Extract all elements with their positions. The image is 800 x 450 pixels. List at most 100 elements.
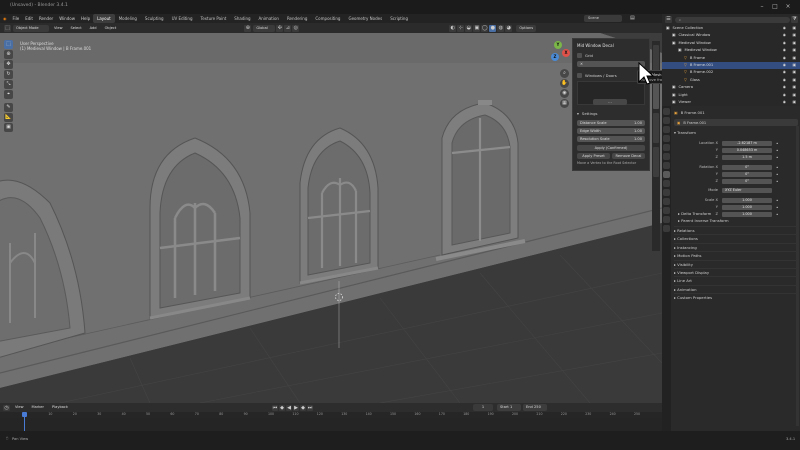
- property-section[interactable]: ▸ Visibility: [674, 259, 798, 268]
- properties-scrollbar[interactable]: [796, 126, 799, 426]
- sidebar-tab-view[interactable]: [653, 113, 659, 143]
- property-section[interactable]: ▸ Viewport Display: [674, 267, 798, 276]
- outliner-row[interactable]: ▽ Glass ◉ ▣: [662, 77, 800, 84]
- play-reverse-icon[interactable]: ◀: [286, 404, 292, 411]
- property-section[interactable]: ▸ Motion Paths: [674, 251, 798, 259]
- render-camera-icon[interactable]: ▣: [793, 55, 796, 62]
- visibility-eye-icon[interactable]: ◉: [783, 84, 786, 91]
- tab-texture-paint[interactable]: Texture Paint: [196, 14, 230, 23]
- sidebar-tab-addon[interactable]: [653, 147, 659, 177]
- scale-x-field[interactable]: 1.000: [722, 197, 772, 203]
- resolution-scale-field[interactable]: Resolution Scale 1.00: [577, 136, 645, 142]
- menu-window[interactable]: Window: [56, 14, 78, 23]
- visibility-eye-icon[interactable]: ◉: [783, 69, 786, 76]
- object-props-icon[interactable]: [663, 171, 670, 178]
- solid-shading-icon[interactable]: ●: [489, 24, 497, 32]
- tab-shading[interactable]: Shading: [230, 14, 254, 23]
- timeline-menu-view[interactable]: View: [12, 404, 27, 411]
- property-section[interactable]: ▸ Custom Properties: [674, 293, 798, 301]
- render-camera-icon[interactable]: ▣: [793, 47, 796, 54]
- outliner-row[interactable]: ▣ Scene Collection ◉ ▣: [662, 25, 800, 32]
- keyframe-dot-icon[interactable]: •: [776, 198, 778, 203]
- outliner-row[interactable]: ▣ Camera ◉ ▣: [662, 84, 800, 91]
- rotate-tool-icon[interactable]: ↻: [4, 70, 13, 79]
- visibility-eye-icon[interactable]: ◉: [783, 92, 786, 99]
- visibility-eye-icon[interactable]: ◉: [783, 77, 786, 84]
- playhead[interactable]: [22, 412, 27, 431]
- tab-animation[interactable]: Animation: [255, 14, 283, 23]
- menu-render[interactable]: Render: [36, 14, 56, 23]
- menu-select[interactable]: Select: [68, 25, 85, 32]
- filter-icon[interactable]: ⧩: [791, 16, 798, 23]
- apply-preset-button[interactable]: Apply Preset: [577, 153, 610, 159]
- outliner-row[interactable]: ▣ Classical Window ◉ ▣: [662, 32, 800, 39]
- location-z-field[interactable]: 1.5 m: [722, 154, 772, 160]
- wireframe-shading-icon[interactable]: ◯: [481, 24, 489, 32]
- mode-dropdown[interactable]: Object Mode: [13, 24, 49, 32]
- keyframe-dot-icon[interactable]: •: [776, 165, 778, 170]
- location-x-field[interactable]: -2.62187 m: [722, 140, 772, 146]
- output-props-icon[interactable]: [663, 126, 670, 133]
- pivot-icon[interactable]: ✣: [276, 24, 284, 32]
- menu-edit[interactable]: Edit: [22, 14, 36, 23]
- keyframe-dot-icon[interactable]: •: [776, 148, 778, 153]
- move-tool-icon[interactable]: ✥: [4, 60, 13, 69]
- data-props-icon[interactable]: [663, 216, 670, 223]
- timeline-editor-icon[interactable]: ◷: [3, 404, 10, 411]
- visibility-eye-icon[interactable]: ◉: [783, 47, 786, 54]
- visibility-eye-icon[interactable]: ◉: [783, 32, 786, 39]
- menu-add[interactable]: Add: [87, 25, 100, 32]
- property-section[interactable]: ▸ Animation: [674, 284, 798, 293]
- transform-section-header[interactable]: ▾ Transform: [674, 129, 696, 137]
- 3d-viewport[interactable]: User Perspective (1) Medieval Window | B…: [0, 33, 662, 403]
- xray-icon[interactable]: ▣: [473, 24, 481, 32]
- tab-rendering[interactable]: Rendering: [283, 14, 311, 23]
- grid-checkbox[interactable]: [577, 53, 582, 58]
- render-camera-icon[interactable]: ▣: [793, 25, 796, 32]
- settings-header[interactable]: ▾ Settings: [577, 111, 597, 116]
- current-frame-field[interactable]: 1: [473, 404, 493, 411]
- visibility-eye-icon[interactable]: ◉: [783, 40, 786, 47]
- annotate-tool-icon[interactable]: ✎: [4, 103, 13, 112]
- remove-decal-button[interactable]: Remove Decal: [612, 153, 645, 159]
- jump-start-icon[interactable]: ⏮: [272, 404, 278, 411]
- rendered-shading-icon[interactable]: ◕: [505, 24, 513, 32]
- tab-compositing[interactable]: Compositing: [311, 14, 344, 23]
- keyframe-dot-icon[interactable]: •: [776, 155, 778, 160]
- end-frame-field[interactable]: End 250: [523, 404, 547, 411]
- apply-confirmed-button[interactable]: Apply (Confirmed): [577, 145, 645, 151]
- render-props-icon[interactable]: [663, 117, 670, 124]
- editor-type-icon[interactable]: ⬚: [4, 24, 11, 32]
- render-camera-icon[interactable]: ▣: [793, 40, 796, 47]
- blender-logo-icon[interactable]: ◉: [0, 14, 10, 23]
- tab-geometry-nodes[interactable]: Geometry Nodes: [344, 14, 386, 23]
- outliner-search-input[interactable]: ⌕: [675, 16, 790, 23]
- snap-icon[interactable]: ⊿: [284, 24, 292, 32]
- tab-scripting[interactable]: Scripting: [386, 14, 412, 23]
- property-section[interactable]: ▸ Line Art: [674, 276, 798, 284]
- view-layer-props-icon[interactable]: [663, 135, 670, 142]
- ortho-toggle-icon[interactable]: ▦: [560, 99, 569, 108]
- outliner-editor-icon[interactable]: ☰: [665, 16, 672, 23]
- tab-uv-editing[interactable]: UV Editing: [168, 14, 197, 23]
- rotation-x-field[interactable]: 0°: [722, 164, 772, 170]
- outliner-row[interactable]: ▽ B Frame.002 ◉ ▣: [662, 69, 800, 76]
- transform-tool-icon[interactable]: ⌖: [4, 90, 13, 99]
- preset-list-footer[interactable]: ...: [593, 99, 627, 105]
- keyframe-dot-icon[interactable]: •: [776, 141, 778, 146]
- outliner-row[interactable]: ▽ B Frame.001 ◉ ▣: [662, 61, 800, 70]
- modifier-props-icon[interactable]: [663, 180, 670, 187]
- tab-modeling[interactable]: Modeling: [115, 14, 141, 23]
- rotation-y-field[interactable]: 0°: [722, 171, 772, 177]
- select-box-icon[interactable]: ⬚: [4, 40, 13, 49]
- material-shading-icon[interactable]: ◍: [497, 24, 505, 32]
- render-camera-icon[interactable]: ▣: [793, 69, 796, 76]
- next-keyframe-icon[interactable]: ◆: [300, 404, 306, 411]
- object-name-field[interactable]: ▣ B Frame.001: [674, 119, 798, 126]
- menu-help[interactable]: Help: [78, 14, 93, 23]
- parent-inverse-section[interactable]: ▸ Parent Inverse Transform: [678, 217, 798, 224]
- constraints-props-icon[interactable]: [663, 207, 670, 214]
- outliner-row[interactable]: ▽ B Frame ◉ ▣: [662, 55, 800, 62]
- outliner-row[interactable]: ▣ Light ◉ ▣: [662, 92, 800, 99]
- tab-sculpting[interactable]: Sculpting: [141, 14, 168, 23]
